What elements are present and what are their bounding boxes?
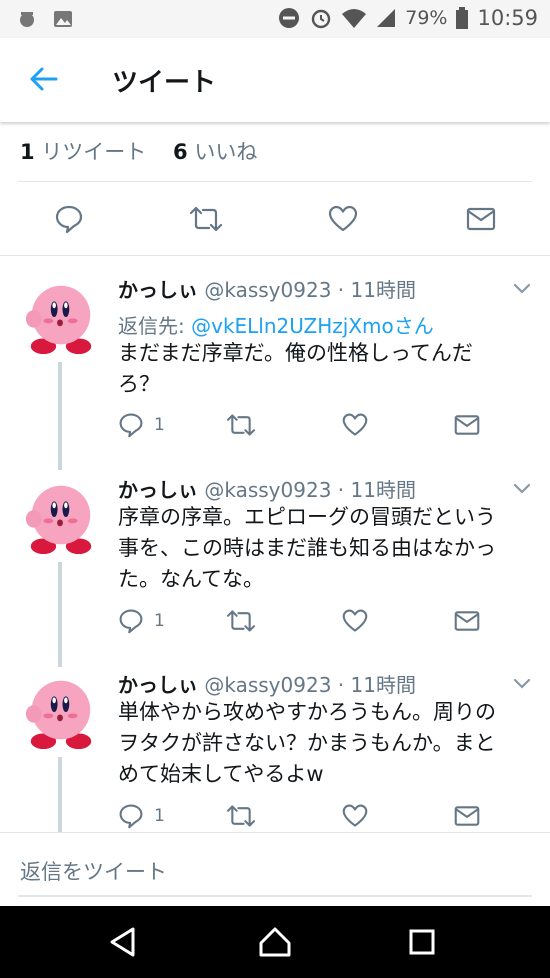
tweet-actions: 1 [118,412,518,442]
share-mail-icon[interactable] [454,803,480,829]
reply-to-link[interactable]: @vkELln2UZHzjXmoさん [191,314,434,338]
author-handle[interactable]: @kassy0923 [204,673,331,697]
reply-prefix: 返信先: [118,314,185,338]
tweet-text-line: た。なんてな。 [118,567,264,591]
reply-button[interactable]: 1 [118,412,165,438]
retweet-icon[interactable] [226,608,256,634]
tweet-time: · 11時間 [337,673,416,697]
like-icon[interactable] [342,412,368,438]
reply-count: 1 [154,415,165,435]
system-navigation-bar [0,906,550,978]
retweet-icon[interactable] [226,412,256,438]
retweet-icon[interactable] [189,204,223,234]
like-icon[interactable] [342,608,368,634]
reply-to: 返信先: @vkELln2UZHzjXmoさん [118,310,434,339]
author-name[interactable]: かっしぃ [118,478,198,502]
kirby-avatar[interactable] [22,278,100,356]
recent-apps-icon[interactable] [408,926,436,958]
tweet-text-line: 序章の序章。エピローグの冒頭だという [118,505,496,529]
tweet-text: まだまだ序章だ。俺の性格しってんだ ろ？ [118,338,538,400]
reply-button[interactable]: 1 [118,803,165,829]
reply-count: 1 [154,806,165,826]
retweet-count[interactable]: 1 [20,140,35,164]
like-count[interactable]: 6 [173,140,188,164]
retweet-label[interactable]: リツイート [41,140,146,164]
author-handle[interactable]: @kassy0923 [204,278,331,302]
app-bar: ツイート [0,38,550,122]
tweet-text-line: 単体やから攻めやすかろうもん。周りの [118,700,496,724]
tweet-text-line: まだまだ序章だ。俺の性格しってんだ [118,341,473,365]
tweet-text-line: ヲタクが許さない？かまうもんか。まと [118,731,496,755]
battery-percent: 79% [405,7,448,29]
status-bar: 79% 10:59 [0,0,550,38]
author-name[interactable]: かっしぃ [118,673,198,697]
reply-icon [119,804,143,829]
divider [18,181,532,182]
author-handle[interactable]: @kassy0923 [204,478,331,502]
clock: 10:59 [477,6,538,30]
author-name[interactable]: かっしぃ [118,278,198,302]
tweet-text-line: ろ？ [118,372,160,396]
divider [18,895,532,897]
wifi-icon [342,9,367,28]
image-icon [54,11,72,27]
back-triangle-icon[interactable] [108,926,138,958]
kirby-avatar[interactable] [22,478,100,556]
signal-icon [377,9,396,27]
tweet-time: · 11時間 [337,278,416,302]
reply-count: 1 [154,611,165,631]
tweet-actions: 1 [118,608,518,638]
reply-composer-input[interactable]: 返信をツイート [20,856,167,886]
share-mail-icon[interactable] [454,412,480,438]
like-icon[interactable] [328,204,358,234]
chevron-down-icon[interactable] [512,482,532,496]
kirby-notification-icon [20,12,34,27]
tweet-text-line: 事を、この時はまだ誰も知る由はなかっ [118,536,496,560]
chevron-down-icon[interactable] [512,282,532,296]
kirby-avatar[interactable] [22,673,100,751]
like-icon[interactable] [342,803,368,829]
back-arrow-icon[interactable] [28,66,58,92]
divider [0,255,550,256]
tweet-text: 単体やから攻めやすかろうもん。周りの ヲタクが許さない？かまうもんか。まと めて… [118,697,538,790]
battery-icon [456,7,469,29]
alarm-icon [312,9,331,29]
share-mail-icon[interactable] [454,608,480,634]
thread-line [58,757,62,832]
reply-icon[interactable] [54,204,84,234]
tweet-text-line: めて始末してやるよw [118,762,324,786]
tweet-stats: 1 リツイート 6 いいね [20,136,257,166]
thread-line [58,562,62,667]
tweet-text: 序章の序章。エピローグの冒頭だという 事を、この時はまだ誰も知る由はなかっ た。… [118,502,538,595]
tweet-time: · 11時間 [337,478,416,502]
share-mail-icon[interactable] [466,204,496,234]
main-action-bar [0,196,550,242]
reply-icon [119,413,143,438]
home-icon[interactable] [258,926,292,958]
like-label[interactable]: いいね [194,140,257,164]
reply-icon [119,609,143,634]
tweet-actions: 1 [118,803,518,833]
page-title: ツイート [112,68,217,98]
chevron-down-icon[interactable] [512,677,532,691]
thread-line [58,362,62,470]
do-not-disturb-icon [279,8,300,28]
divider [0,832,550,833]
retweet-icon[interactable] [226,803,256,829]
reply-button[interactable]: 1 [118,608,165,634]
